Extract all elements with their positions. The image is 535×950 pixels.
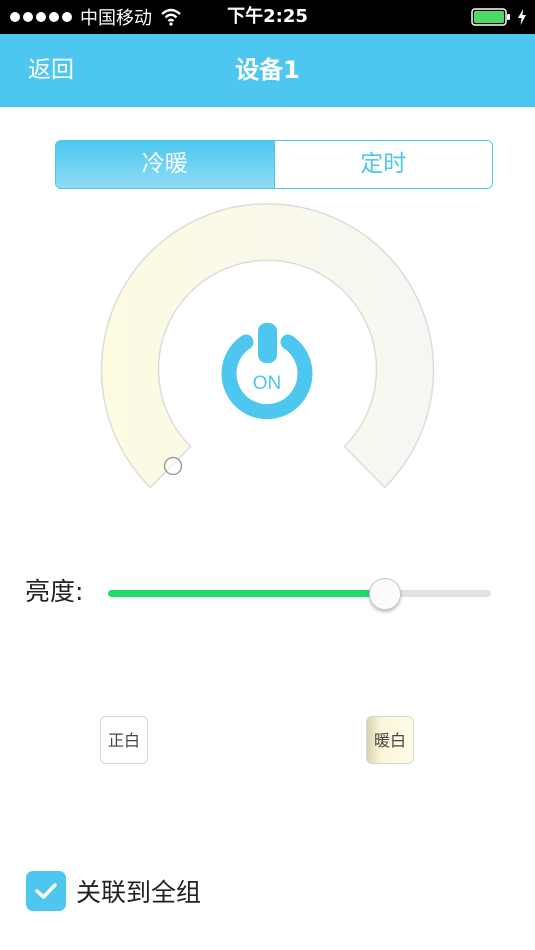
- dial-handle[interactable]: [163, 456, 183, 476]
- brightness-label: 亮度:: [25, 577, 84, 606]
- brightness-slider-thumb[interactable]: [369, 578, 401, 610]
- color-temperature-dial[interactable]: ON: [0, 0, 535, 520]
- power-button[interactable]: ON: [221, 323, 313, 420]
- link-all-group-checkbox[interactable]: [26, 871, 66, 911]
- link-all-group-row[interactable]: 关联到全组: [26, 871, 201, 911]
- checkmark-icon: [35, 883, 57, 899]
- warm-white-button[interactable]: 暖白: [366, 716, 414, 764]
- brightness-slider-fill: [108, 590, 384, 597]
- link-all-group-label: 关联到全组: [76, 878, 202, 907]
- power-state-label: ON: [253, 373, 282, 394]
- brightness-slider[interactable]: [108, 578, 491, 610]
- normal-white-button[interactable]: 正白: [100, 716, 148, 764]
